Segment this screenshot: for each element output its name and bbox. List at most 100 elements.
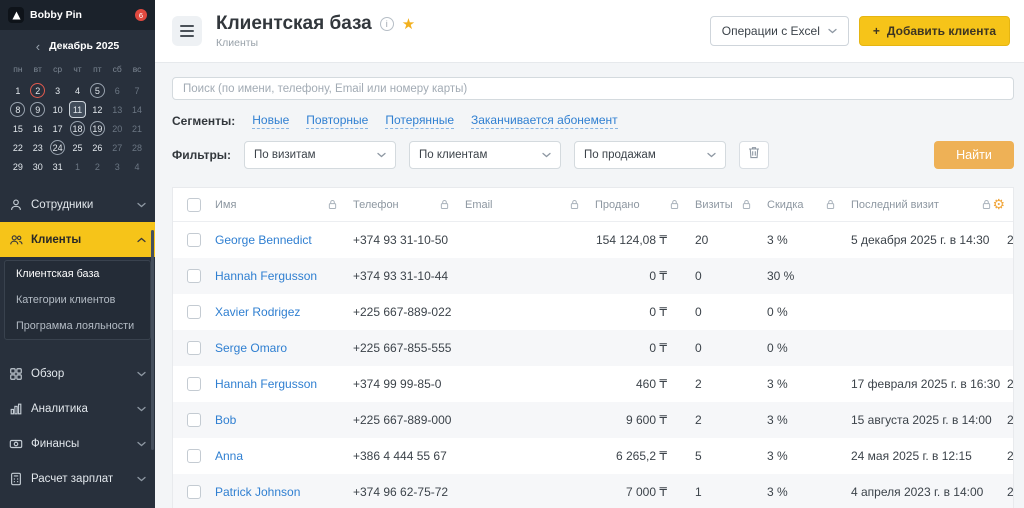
row-checkbox[interactable] — [187, 341, 201, 355]
info-icon[interactable]: i — [379, 17, 394, 31]
column-header-last-visit[interactable]: Последний визит — [851, 199, 1007, 211]
submenu-item-client-categories[interactable]: Категории клиентов — [5, 287, 150, 313]
calendar-day[interactable]: 21 — [127, 120, 147, 137]
filters-row: Фильтры: По визитам По клиентам По прода… — [172, 141, 1014, 169]
calendar-day-number: 26 — [92, 142, 103, 153]
calendar-day[interactable]: 1 — [8, 82, 28, 99]
notification-badge[interactable]: 6 — [135, 9, 147, 21]
favorite-star-icon[interactable]: ★ — [402, 17, 415, 32]
clear-filters-button[interactable] — [739, 141, 770, 169]
submenu-item-client-base[interactable]: Клиентская база — [5, 261, 150, 287]
calendar-day-number: 12 — [92, 104, 103, 115]
row-checkbox[interactable] — [187, 305, 201, 319]
client-name-link[interactable]: George Bennedict — [215, 233, 312, 247]
row-checkbox[interactable] — [187, 485, 201, 499]
select-all-checkbox[interactable] — [187, 197, 201, 212]
calendar-day[interactable]: 23 — [28, 139, 48, 156]
calendar-day[interactable]: 9 — [28, 101, 48, 118]
calendar-day[interactable]: 8 — [8, 101, 28, 118]
client-name-link[interactable]: Hannah Fergusson — [215, 269, 317, 283]
filter-visits-select[interactable]: По визитам — [244, 141, 397, 169]
calendar-day[interactable]: 22 — [8, 139, 28, 156]
sidebar-item-clients[interactable]: Клиенты — [0, 222, 155, 257]
row-checkbox[interactable] — [187, 413, 201, 427]
column-header-phone[interactable]: Телефон — [353, 199, 465, 211]
calendar-day[interactable]: 4 — [127, 158, 147, 175]
column-header-email[interactable]: Email — [465, 199, 595, 211]
calendar-day[interactable]: 24 — [48, 139, 68, 156]
calendar-day[interactable]: 20 — [107, 120, 127, 137]
weekday-label: вс — [132, 63, 142, 74]
calendar-day[interactable]: 14 — [127, 101, 147, 118]
column-header-name[interactable]: Имя — [215, 199, 353, 211]
calendar-day[interactable]: 30 — [28, 158, 48, 175]
client-sold: 154 124,08 ₸ — [595, 233, 667, 247]
client-name-link[interactable]: Anna — [215, 449, 243, 463]
find-button[interactable]: Найти — [934, 141, 1014, 169]
row-checkbox[interactable] — [187, 377, 201, 391]
search-input[interactable] — [172, 77, 1014, 100]
calendar-day[interactable]: 5 — [87, 82, 107, 99]
filter-clients-select[interactable]: По клиентам — [409, 141, 562, 169]
calendar-day[interactable]: 18 — [68, 120, 88, 137]
client-last-visit: 4 апреля 2023 г. в 14:00 — [851, 485, 984, 499]
hamburger-menu-icon[interactable] — [172, 16, 202, 46]
calendar-day[interactable]: 25 — [68, 139, 88, 156]
client-last-visit: 5 декабря 2025 г. в 14:30 — [851, 233, 990, 247]
calendar-day[interactable]: 11 — [68, 101, 88, 118]
excel-operations-button[interactable]: Операции с Excel — [709, 16, 849, 46]
calendar-day[interactable]: 29 — [8, 158, 28, 175]
client-phone: +374 93 31-10-50 — [353, 233, 449, 247]
segment-link-expiring-membership[interactable]: Заканчивается абонемент — [471, 113, 618, 129]
calendar-day[interactable]: 31 — [48, 158, 68, 175]
sidebar-item-payroll[interactable]: Расчет зарплат — [0, 461, 155, 496]
calendar-day[interactable]: 17 — [48, 120, 68, 137]
client-name-link[interactable]: Serge Omaro — [215, 341, 287, 355]
calendar-day[interactable]: 19 — [87, 120, 107, 137]
row-checkbox[interactable] — [187, 233, 201, 247]
row-checkbox[interactable] — [187, 269, 201, 283]
calendar-day[interactable]: 6 — [107, 82, 127, 99]
client-name-link[interactable]: Xavier Rodrigez — [215, 305, 300, 319]
calendar-day[interactable]: 3 — [107, 158, 127, 175]
column-header-visits[interactable]: Визиты — [695, 199, 767, 211]
sidebar-item-analytics[interactable]: Аналитика — [0, 391, 155, 426]
calendar-day[interactable]: 2 — [87, 158, 107, 175]
calendar-day[interactable]: 26 — [87, 139, 107, 156]
filter-sales-select[interactable]: По продажам — [574, 141, 727, 169]
calendar-day[interactable]: 16 — [28, 120, 48, 137]
calendar-day[interactable]: 7 — [127, 82, 147, 99]
calendar-day[interactable]: 28 — [127, 139, 147, 156]
row-checkbox[interactable] — [187, 449, 201, 463]
sidebar-item-finance[interactable]: Финансы — [0, 426, 155, 461]
prev-month-icon[interactable]: ‹ — [36, 40, 40, 53]
calendar-day[interactable]: 3 — [48, 82, 68, 99]
client-name-link[interactable]: Patrick Johnson — [215, 485, 300, 499]
sidebar-item-employees[interactable]: Сотрудники — [0, 187, 155, 222]
column-header-sold[interactable]: Продано — [595, 199, 695, 211]
sidebar-scrollbar[interactable] — [151, 230, 154, 450]
calendar-day[interactable]: 15 — [8, 120, 28, 137]
calendar-day[interactable]: 13 — [107, 101, 127, 118]
gear-icon[interactable]: ⚙ — [992, 197, 1005, 211]
calendar-day[interactable]: 27 — [107, 139, 127, 156]
client-discount: 3 % — [767, 413, 788, 427]
segment-link-lost[interactable]: Потерянные — [385, 113, 454, 129]
calendar-day[interactable]: 4 — [68, 82, 88, 99]
column-header-discount[interactable]: Скидка — [767, 199, 851, 211]
client-name-link[interactable]: Bob — [215, 413, 236, 427]
page-content: Сегменты: Новые Повторные Потерянные Зак… — [155, 63, 1024, 508]
calendar-day[interactable]: 12 — [87, 101, 107, 118]
segment-link-returning[interactable]: Повторные — [306, 113, 369, 129]
calendar-day[interactable]: 1 — [68, 158, 88, 175]
submenu-item-loyalty-program[interactable]: Программа лояльности — [5, 313, 150, 339]
client-phone: +386 4 444 55 67 — [353, 449, 447, 463]
client-name-link[interactable]: Hannah Fergusson — [215, 377, 317, 391]
sidebar-item-overview[interactable]: Обзор — [0, 356, 155, 391]
calendar-day[interactable]: 2 — [28, 82, 48, 99]
calendar-day-number: 4 — [74, 85, 80, 96]
segment-link-new[interactable]: Новые — [252, 113, 290, 129]
add-client-button[interactable]: + Добавить клиента — [858, 16, 1010, 46]
calendar-day[interactable]: 10 — [48, 101, 68, 118]
client-visits: 20 — [695, 233, 709, 247]
